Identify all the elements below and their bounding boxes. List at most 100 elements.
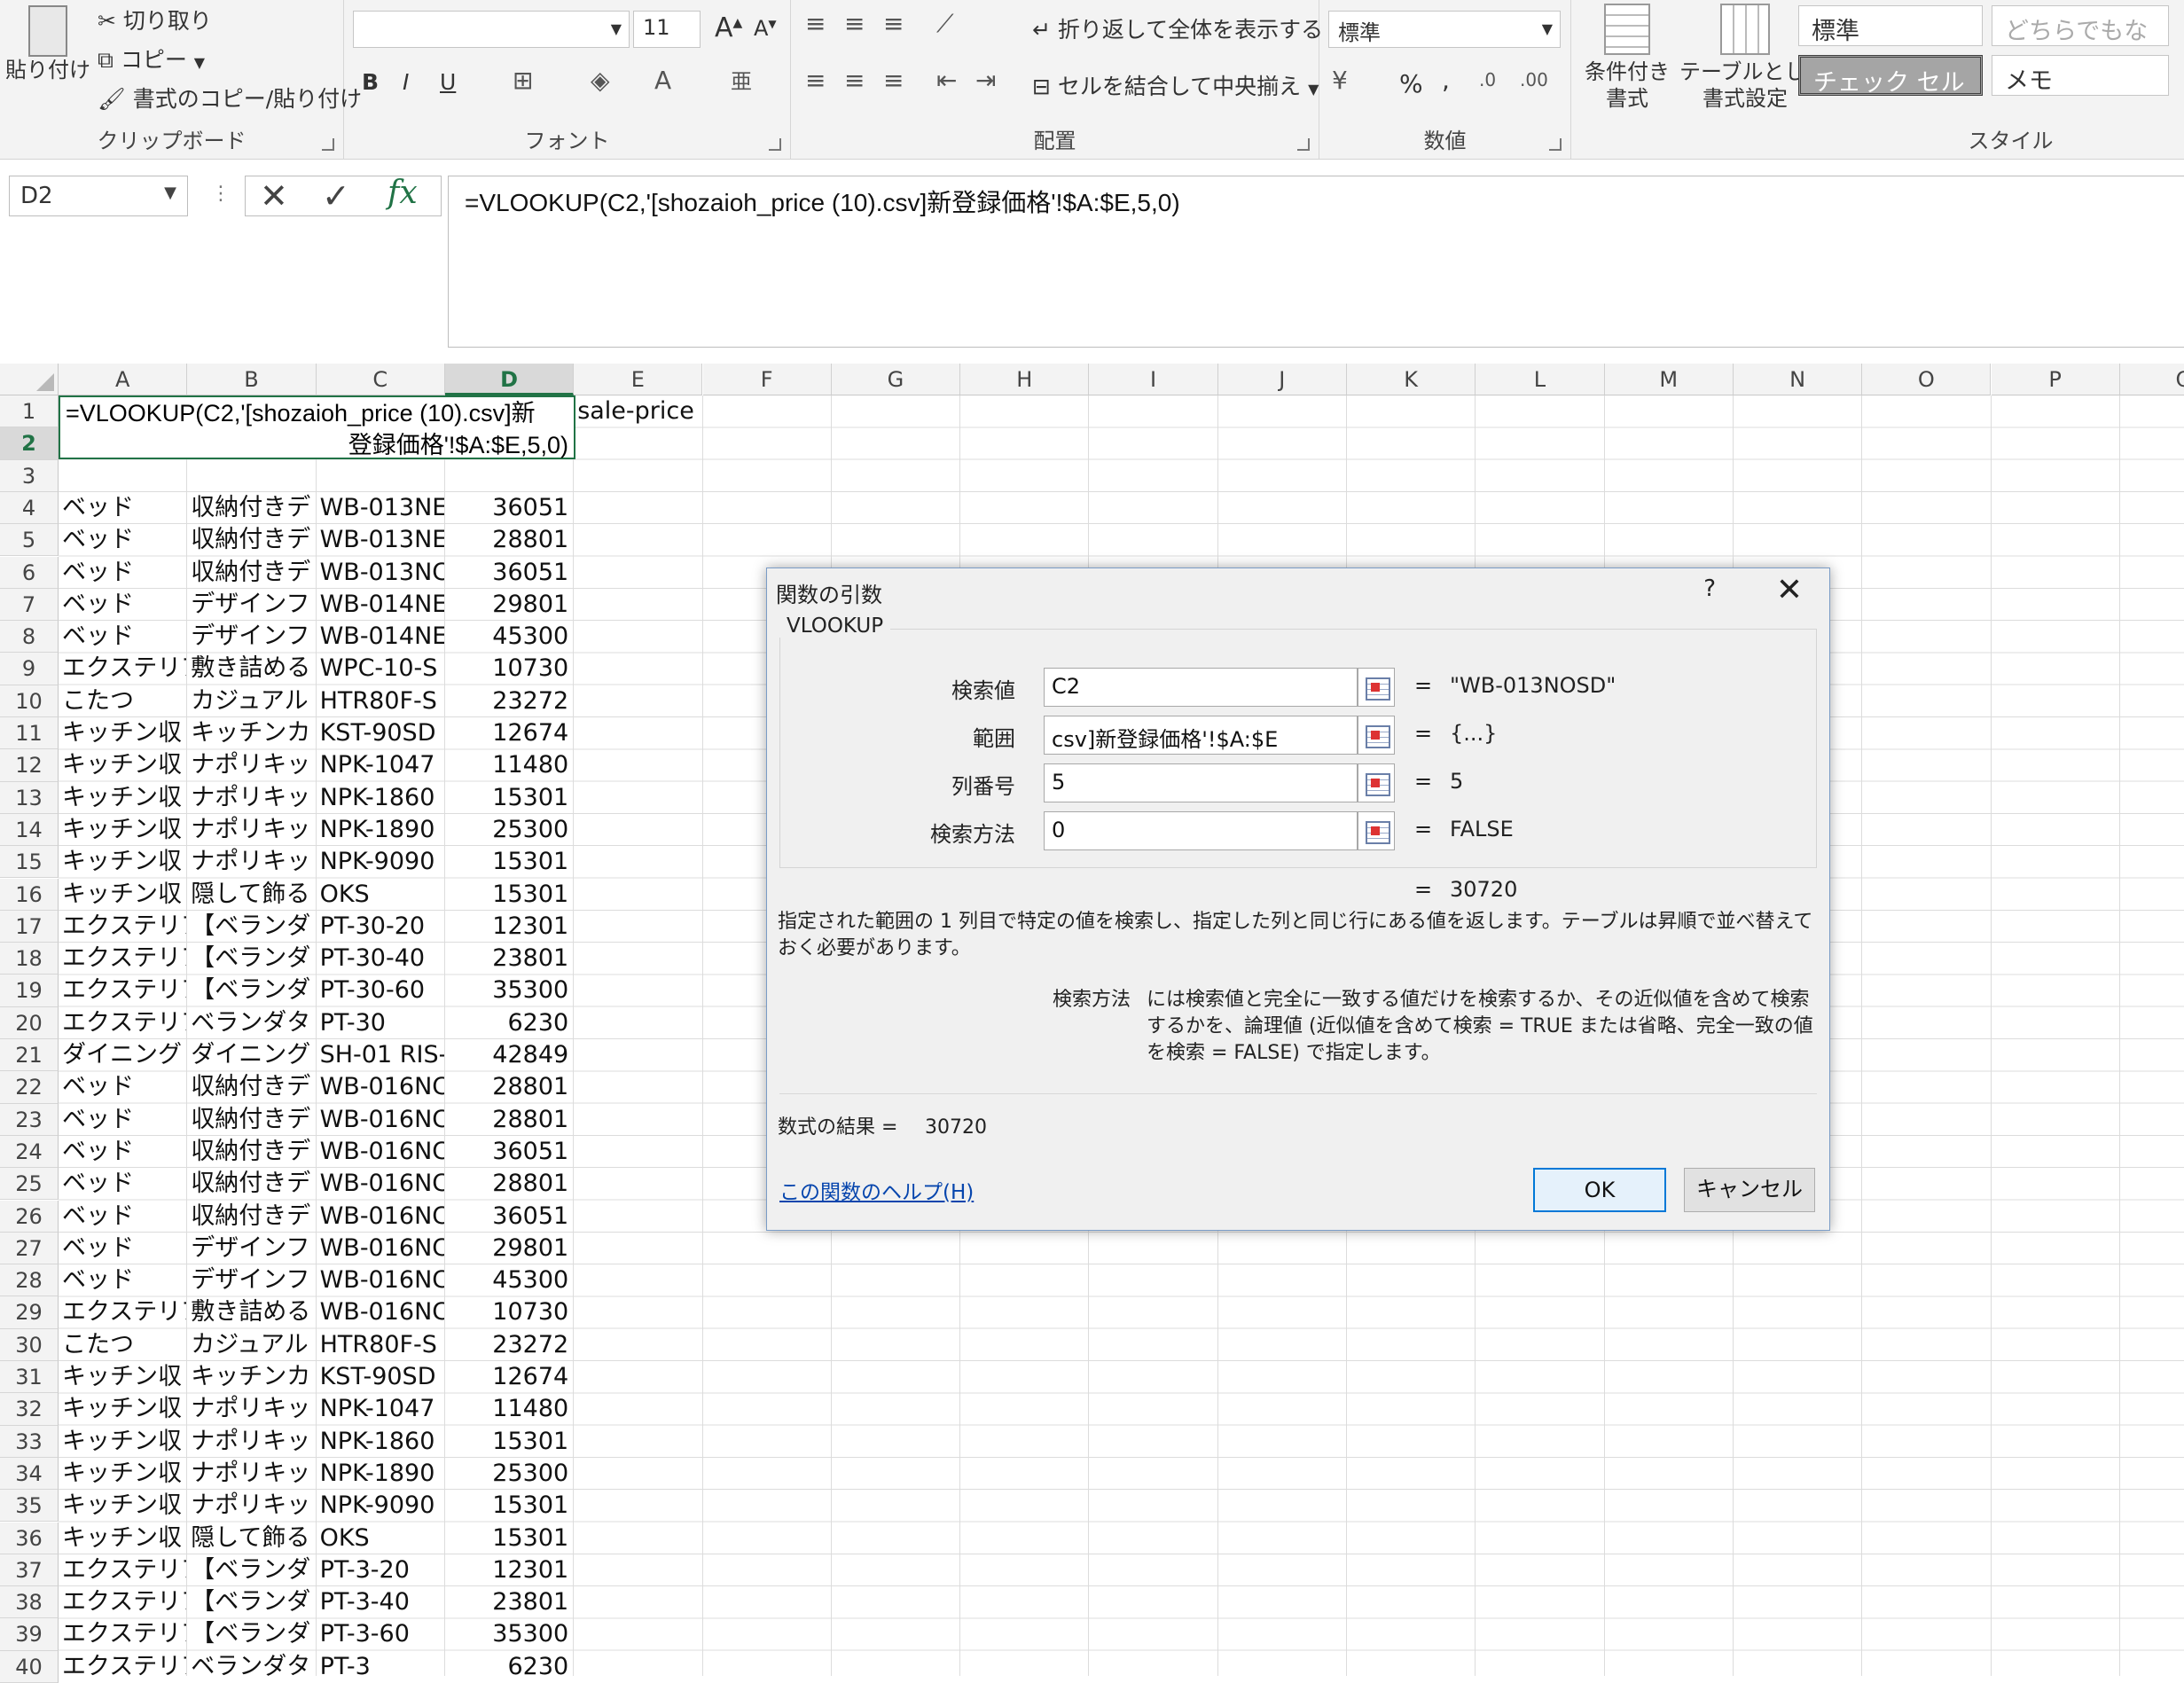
cell-code[interactable]: PT-3-60 [317, 1618, 445, 1650]
cell-price[interactable]: 23272 [445, 685, 574, 717]
cell-code[interactable]: WB-016NC [317, 1104, 445, 1136]
cell-name[interactable]: ベランダタ [187, 1651, 316, 1683]
arg-input-table-array[interactable]: csv]新登録価格'!$A:$E [1044, 716, 1358, 755]
align-bottom-icon[interactable]: ≡ [883, 9, 904, 38]
row-header[interactable]: 33 [0, 1425, 59, 1458]
cell-price[interactable]: 10730 [445, 1296, 574, 1328]
cell-price[interactable]: 11480 [445, 749, 574, 781]
cell-name[interactable]: キッチンカ [187, 1361, 316, 1393]
cell-name[interactable]: ナポリキッ [187, 749, 316, 781]
row-header[interactable]: 40 [0, 1650, 59, 1683]
wrap-text-button[interactable]: ↵ 折り返して全体を表示する [1032, 12, 1323, 44]
cell-name[interactable]: ナポリキッ [187, 1458, 316, 1490]
cell-name[interactable]: 敷き詰める [187, 653, 316, 685]
range-select-icon[interactable] [1358, 668, 1395, 707]
row-header[interactable]: 15 [0, 846, 59, 879]
close-button[interactable]: ✕ [1776, 572, 1803, 608]
cell-price[interactable]: 12674 [445, 1361, 574, 1393]
cell-price[interactable]: 12301 [445, 1554, 574, 1586]
arg-input-range-lookup[interactable]: 0 [1044, 811, 1358, 850]
cell-name[interactable]: 隠して飾る [187, 1523, 316, 1554]
column-header-c[interactable]: C [316, 364, 445, 395]
help-button[interactable]: ? [1703, 575, 1716, 602]
cell-path[interactable]: エクステリア [59, 1007, 187, 1039]
row-header[interactable]: 7 [0, 588, 59, 622]
cell-name[interactable]: デザインフ [187, 589, 316, 621]
cell-price[interactable]: 6230 [445, 1651, 574, 1683]
row-header[interactable]: 30 [0, 1328, 59, 1361]
cell-path[interactable]: キッチン収 [59, 1393, 187, 1425]
cell-name[interactable]: ナポリキッ [187, 1393, 316, 1425]
row-header[interactable]: 22 [0, 1071, 59, 1104]
column-header-i[interactable]: I [1089, 364, 1218, 395]
cell-path[interactable]: ベッド [59, 492, 187, 524]
column-header-o[interactable]: O [1862, 364, 1992, 395]
cell-price[interactable]: 36051 [445, 1201, 574, 1233]
underline-button[interactable]: U [440, 69, 456, 95]
cell-path[interactable]: ベッド [59, 524, 187, 556]
fill-color-icon[interactable]: ◈ [591, 66, 610, 95]
row-header[interactable]: 37 [0, 1554, 59, 1587]
name-box[interactable]: D2 ▼ [9, 176, 188, 216]
row-header[interactable]: 34 [0, 1457, 59, 1491]
row-header[interactable]: 27 [0, 1232, 59, 1265]
cell-code[interactable]: NPK-9090 [317, 1490, 445, 1522]
cell-name[interactable]: 【ベランダ [187, 943, 316, 975]
cell-code[interactable]: HTR80F-S [317, 685, 445, 717]
cell-name[interactable]: 【ベランダ [187, 1586, 316, 1618]
number-launcher-icon[interactable] [1549, 138, 1562, 151]
cell-path[interactable]: キッチン収 [59, 749, 187, 781]
cell-name[interactable]: 収納付きデ [187, 1136, 316, 1168]
cell-path[interactable]: エクステリア [59, 653, 187, 685]
cell-path[interactable]: キッチン収 [59, 1458, 187, 1490]
function-help-link[interactable]: この関数のヘルプ(H) [779, 1175, 974, 1205]
cell-price[interactable]: 12674 [445, 717, 574, 749]
cell-code[interactable]: WB-014NE [317, 589, 445, 621]
row-header[interactable]: 12 [0, 749, 59, 782]
row-header[interactable]: 8 [0, 621, 59, 654]
cell-path[interactable]: キッチン収 [59, 1361, 187, 1393]
cell-code[interactable]: PT-3-20 [317, 1554, 445, 1586]
row-header[interactable]: 14 [0, 813, 59, 847]
cell-path[interactable]: ベッド [59, 589, 187, 621]
shrink-font-button[interactable]: A▼ [754, 16, 777, 41]
cell-code[interactable]: WB-016NC [317, 1168, 445, 1200]
row-header[interactable]: 31 [0, 1361, 59, 1394]
grow-font-button[interactable]: A▲ [715, 12, 742, 43]
cell-price[interactable]: 45300 [445, 621, 574, 653]
cell-path[interactable]: ベッド [59, 1264, 187, 1296]
cell-name[interactable]: デザインフ [187, 621, 316, 653]
row-header[interactable]: 17 [0, 910, 59, 943]
column-header-k[interactable]: K [1347, 364, 1476, 395]
cell-name[interactable]: 【ベランダ [187, 1554, 316, 1586]
cell-code[interactable]: PT-30-20 [317, 911, 445, 943]
cell-path[interactable]: ベッド [59, 1071, 187, 1103]
cell-code[interactable]: WB-016NC [317, 1071, 445, 1103]
cell-path[interactable]: エクステリア [59, 1554, 187, 1586]
row-header[interactable]: 16 [0, 878, 59, 911]
cell-path[interactable]: こたつ [59, 1329, 187, 1361]
cell-price[interactable]: 11480 [445, 1393, 574, 1425]
cell-code[interactable]: NPK-1890 [317, 1458, 445, 1490]
cell-code[interactable]: WB-013NE [317, 492, 445, 524]
cell-path[interactable]: キッチン収 [59, 782, 187, 814]
arg-input-col-index[interactable]: 5 [1044, 763, 1358, 802]
cell-code[interactable]: NPK-9090 [317, 846, 445, 878]
cell-code[interactable]: NPK-1860 [317, 782, 445, 814]
cell-code[interactable]: PT-3-40 [317, 1586, 445, 1618]
cell-path[interactable]: ダイニング [59, 1039, 187, 1071]
cell-price[interactable]: 15301 [445, 1490, 574, 1522]
cell-price[interactable]: 28801 [445, 1168, 574, 1200]
cell-name[interactable]: ナポリキッ [187, 782, 316, 814]
row-header[interactable]: 35 [0, 1490, 59, 1523]
italic-button[interactable]: I [403, 69, 409, 95]
cell-name[interactable]: ベランダタ [187, 1007, 316, 1039]
clipboard-launcher-icon[interactable] [322, 138, 334, 151]
font-size-select[interactable]: 11 [633, 11, 701, 48]
row-header[interactable]: 2 [0, 427, 59, 460]
cell-price[interactable]: 35300 [445, 1618, 574, 1650]
cell-name[interactable]: ナポリキッ [187, 814, 316, 846]
row-header[interactable]: 11 [0, 717, 59, 750]
cell-price[interactable]: 25300 [445, 814, 574, 846]
cell-path[interactable]: ベッド [59, 1136, 187, 1168]
